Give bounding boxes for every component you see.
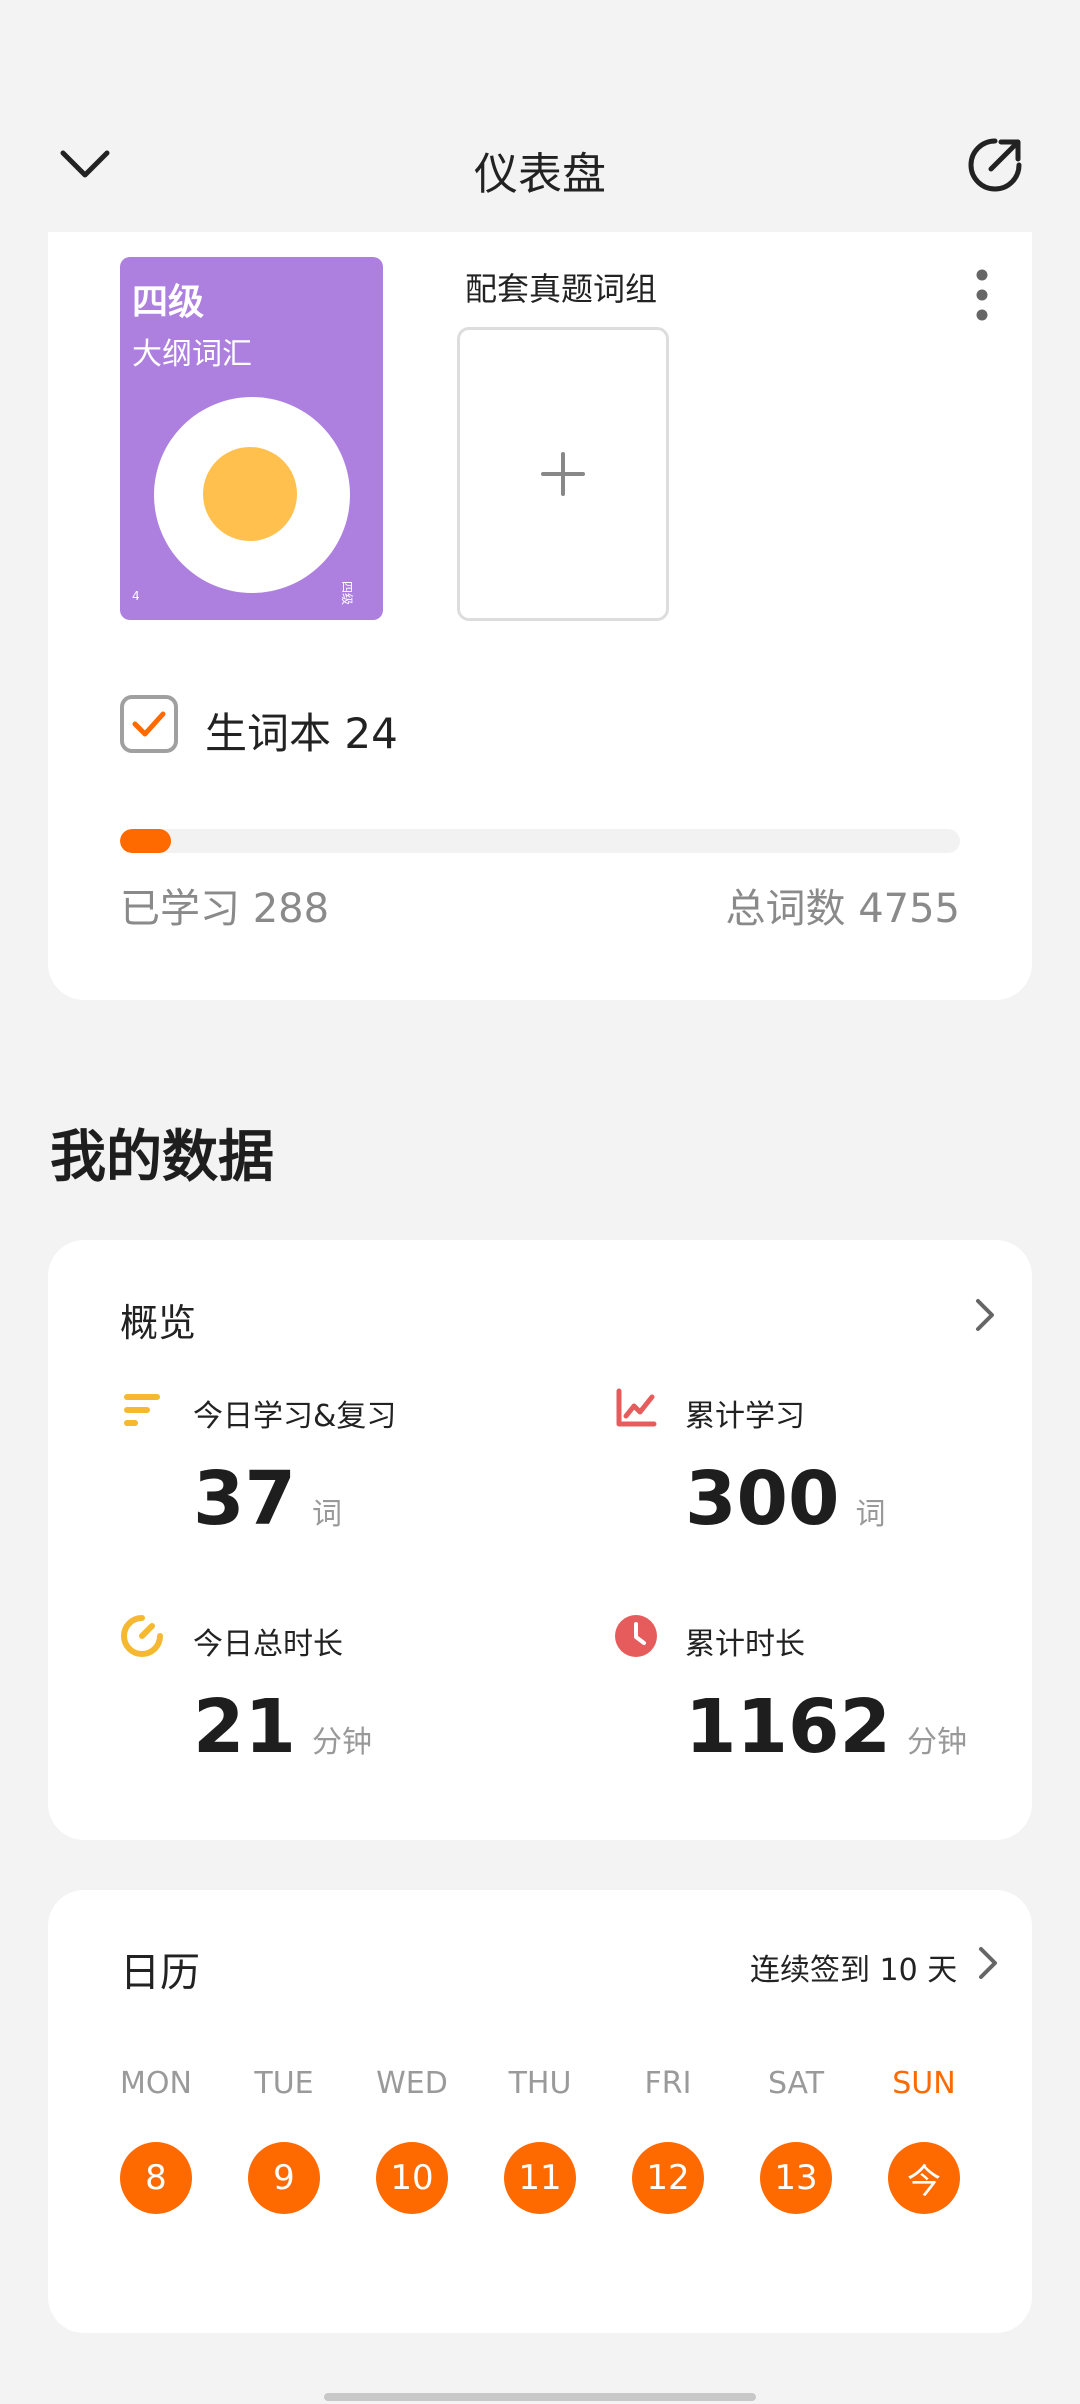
cover-egg-yolk [203, 447, 297, 541]
stat-total-row: 300 词 [685, 1462, 885, 1536]
streak-text: 连续签到 10 天 [750, 1953, 958, 1988]
calendar-day-today[interactable]: 今 [888, 2142, 960, 2214]
stat-today-label: 今日学习&复习 [193, 1399, 397, 1434]
chevron-right-icon [979, 1947, 997, 1979]
calendar-more-button[interactable] [968, 1938, 1008, 1988]
stat-total-time-value: 1162 [685, 1684, 891, 1770]
cover-corner-right: 四级 [340, 581, 354, 606]
plus-icon [541, 452, 585, 496]
share-icon [968, 138, 1022, 192]
calendar-day[interactable]: 9 [248, 2142, 320, 2214]
calendar-day[interactable]: 11 [504, 2142, 576, 2214]
more-vertical-icon [976, 269, 988, 321]
share-button[interactable] [960, 130, 1030, 200]
progress-fill [120, 829, 171, 853]
weekday-sun: SUN [892, 2066, 956, 2101]
bars-icon [120, 1388, 164, 1432]
calendar-day[interactable]: 10 [376, 2142, 448, 2214]
vocab-checkbox[interactable] [120, 695, 178, 753]
group-title: 配套真题词组 [465, 270, 658, 308]
weekday-sat: SAT [767, 2066, 825, 2101]
add-group-button[interactable] [457, 327, 669, 621]
stat-total-time-unit: 分钟 [906, 1725, 967, 1760]
calendar-day[interactable]: 13 [760, 2142, 832, 2214]
calendar-day[interactable]: 8 [120, 2142, 192, 2214]
line-chart-icon [614, 1386, 658, 1430]
stat-total-unit: 词 [855, 1497, 886, 1532]
more-button[interactable] [960, 260, 1004, 330]
book-cover[interactable]: 四级 大纲词汇 4 四级 [120, 257, 383, 620]
weekday-thu: THU [508, 2066, 572, 2101]
cover-level: 四级 [132, 282, 205, 323]
cover-corner-left: 4 [132, 589, 140, 603]
stat-today-row: 37 词 [193, 1462, 342, 1536]
stat-total-value: 300 [685, 1456, 840, 1542]
check-icon [132, 711, 166, 737]
clock-icon [614, 1614, 658, 1658]
home-indicator[interactable] [324, 2393, 756, 2401]
stat-total-label: 累计学习 [685, 1399, 805, 1434]
stat-today-time-row: 21 分钟 [193, 1690, 372, 1764]
stat-today-time-label: 今日总时长 [193, 1627, 343, 1662]
chevron-right-icon [976, 1299, 994, 1331]
weekday-mon: MON [120, 2066, 192, 2101]
vocab-book-label[interactable]: 生词本 24 [205, 700, 398, 761]
cover-subtitle: 大纲词汇 [132, 337, 252, 372]
calendar-day[interactable]: 12 [632, 2142, 704, 2214]
stat-total-time-label: 累计时长 [685, 1627, 805, 1662]
weekday-wed: WED [376, 2066, 448, 2101]
stat-total-time-row: 1162 分钟 [685, 1690, 967, 1764]
stat-today-time-value: 21 [193, 1684, 296, 1770]
progress-bar [120, 829, 960, 853]
stat-today-time-unit: 分钟 [311, 1725, 372, 1760]
overview-title: 概览 [120, 1301, 197, 1345]
learned-count: 已学习 288 [120, 886, 330, 932]
timer-icon [120, 1614, 164, 1658]
page-title: 仪表盘 [474, 149, 606, 200]
stat-today-value: 37 [193, 1456, 296, 1542]
total-count: 总词数 4755 [725, 886, 960, 932]
overview-more-button[interactable] [965, 1290, 1005, 1340]
weekday-tue: TUE [254, 2066, 314, 2101]
weekday-fri: FRI [644, 2066, 692, 2101]
section-title: 我的数据 [50, 1125, 274, 1190]
stat-today-unit: 词 [311, 1497, 342, 1532]
calendar-title: 日历 [120, 1950, 200, 1996]
